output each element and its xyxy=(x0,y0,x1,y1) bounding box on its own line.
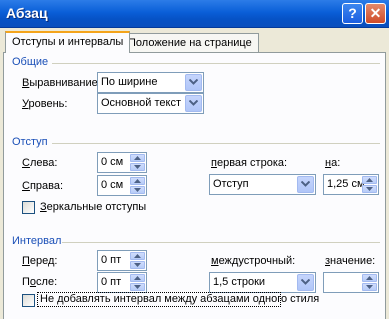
line-spacing-label: междустрочный: xyxy=(211,255,296,267)
close-button[interactable]: ✕ xyxy=(365,3,386,24)
line-spacing-at-spinner[interactable] xyxy=(323,272,379,293)
spin-up-icon[interactable] xyxy=(130,177,145,185)
by-label: на: xyxy=(325,157,341,169)
left-indent-label: Слева: xyxy=(22,157,58,169)
spin-down-icon[interactable] xyxy=(362,185,377,193)
spinner-buttons xyxy=(362,176,377,193)
paragraph-dialog: Абзац ? ✕ Отступы и интервалы Положение … xyxy=(0,0,389,319)
space-before-label: Перед: xyxy=(22,255,58,267)
group-divider xyxy=(52,63,380,64)
group-title-spacing: Интервал xyxy=(12,235,62,247)
spinner-buttons xyxy=(130,154,145,171)
right-indent-spinner[interactable]: 0 см xyxy=(97,175,147,196)
tab-indents-spacing[interactable]: Отступы и интервалы xyxy=(5,31,131,53)
spin-down-icon[interactable] xyxy=(130,163,145,171)
mirror-indents-label[interactable]: Зеркальные отступы xyxy=(40,201,146,213)
space-before-value: 0 пт xyxy=(101,254,122,266)
alignment-select[interactable]: По ширине xyxy=(97,72,204,93)
tab-line-page-breaks[interactable]: Положение на странице xyxy=(121,33,259,53)
level-value: Основной текст xyxy=(101,97,181,109)
spinner-buttons xyxy=(362,274,377,291)
help-button[interactable]: ? xyxy=(342,3,363,24)
no-space-same-style-label[interactable]: Не добавлять интервал между абзацами одн… xyxy=(40,293,319,305)
mirror-indents-checkbox[interactable] xyxy=(22,201,35,214)
spin-up-icon[interactable] xyxy=(362,176,377,184)
group-title-general: Общие xyxy=(12,56,49,68)
spinner-buttons xyxy=(130,252,145,269)
dialog-title: Абзац xyxy=(6,5,48,21)
chevron-down-icon[interactable] xyxy=(185,74,202,91)
spin-down-icon[interactable] xyxy=(130,283,145,291)
tab-label: Отступы и интервалы xyxy=(12,36,124,48)
chevron-down-icon[interactable] xyxy=(185,95,202,112)
group-title-indent: Отступ xyxy=(12,136,48,148)
line-spacing-select[interactable]: 1,5 строки xyxy=(209,272,316,293)
first-line-value: Отступ xyxy=(213,178,249,190)
spin-up-icon[interactable] xyxy=(130,274,145,282)
tab-label: Положение на странице xyxy=(128,37,252,49)
space-after-value: 0 пт xyxy=(101,276,122,288)
spin-up-icon[interactable] xyxy=(130,154,145,162)
level-label: Уровень: xyxy=(22,98,68,110)
spin-up-icon[interactable] xyxy=(362,274,377,282)
spin-down-icon[interactable] xyxy=(130,186,145,194)
space-after-label: После: xyxy=(22,276,58,288)
spinner-buttons xyxy=(130,274,145,291)
title-bar[interactable]: Абзац ? ✕ xyxy=(0,0,389,28)
spin-down-icon[interactable] xyxy=(362,283,377,291)
space-after-spinner[interactable]: 0 пт xyxy=(97,272,147,293)
first-line-label: первая строка: xyxy=(211,157,288,169)
group-divider xyxy=(62,242,380,243)
spin-up-icon[interactable] xyxy=(130,252,145,260)
first-line-by-value: 1,25 см xyxy=(327,178,365,190)
first-line-by-spinner[interactable]: 1,25 см xyxy=(323,174,379,195)
right-indent-label: Справа: xyxy=(22,180,64,192)
no-space-same-style-checkbox[interactable] xyxy=(22,294,35,307)
right-indent-value: 0 см xyxy=(101,179,124,191)
first-line-select[interactable]: Отступ xyxy=(209,174,316,195)
chevron-down-icon[interactable] xyxy=(297,176,314,193)
chevron-down-icon[interactable] xyxy=(297,274,314,291)
level-select[interactable]: Основной текст xyxy=(97,93,204,114)
alignment-value: По ширине xyxy=(101,76,158,88)
alignment-label: Выравнивание: xyxy=(22,77,101,89)
space-before-spinner[interactable]: 0 пт xyxy=(97,250,147,271)
alignment-label-rest: ыравнивание: xyxy=(29,77,101,89)
group-divider xyxy=(52,143,380,144)
spin-down-icon[interactable] xyxy=(130,261,145,269)
at-label: значение: xyxy=(325,255,376,267)
spinner-buttons xyxy=(130,177,145,194)
line-spacing-value: 1,5 строки xyxy=(213,276,266,288)
left-indent-spinner[interactable]: 0 см xyxy=(97,152,147,173)
left-indent-value: 0 см xyxy=(101,156,124,168)
